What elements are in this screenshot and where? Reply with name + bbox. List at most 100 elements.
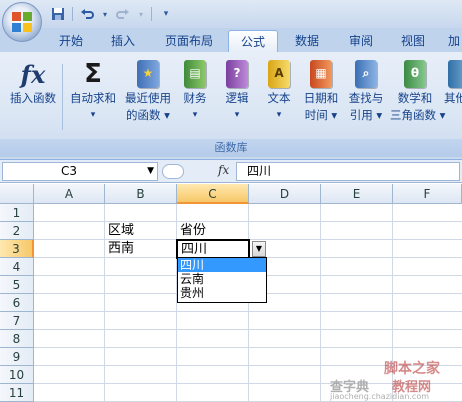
office-button[interactable] — [2, 2, 42, 42]
active-cell-c3[interactable]: 四川 — [176, 239, 250, 259]
more-functions-label: 其他 — [444, 91, 462, 105]
formula-resize-handle[interactable] — [162, 164, 184, 179]
tab-page-layout[interactable]: 页面布局 — [158, 30, 220, 52]
financial-button[interactable]: ▤ 财务 ▾ — [174, 58, 216, 124]
formula-input[interactable]: 四川 — [236, 162, 460, 181]
select-all-corner[interactable] — [0, 184, 34, 204]
autosum-button[interactable]: Σ 自动求和 ▾ — [66, 58, 120, 124]
formula-buttons: fx — [160, 162, 236, 181]
row-header-2[interactable]: 2 — [0, 222, 34, 240]
undo-icon[interactable] — [79, 6, 95, 22]
tab-view[interactable]: 视图 — [392, 30, 434, 52]
dropdown-option-guizhou[interactable]: 贵州 — [178, 286, 266, 300]
title-bar: ▾ ▾ ▾ — [0, 0, 462, 28]
recently-used-label-1: 最近使用 — [125, 91, 171, 105]
redo-dropdown-icon[interactable]: ▾ — [137, 6, 145, 22]
function-library-group-label: 函数库 — [0, 139, 462, 157]
column-header-f[interactable]: F — [393, 184, 462, 204]
logical-label: 逻辑 — [225, 91, 249, 105]
recent-book-icon: ★ — [133, 58, 163, 90]
insert-function-label: 插入函数 — [10, 91, 56, 105]
autosum-dropdown: ▾ — [90, 110, 96, 120]
ribbon-tabs: 开始 插入 页面布局 公式 数据 审阅 视图 加 — [0, 28, 462, 52]
insert-function-button[interactable]: fx 插入函数 — [6, 58, 60, 107]
column-header-a[interactable]: A — [34, 184, 105, 204]
math-book-icon: θ — [400, 58, 430, 90]
more-book-icon — [444, 58, 462, 90]
qat-separator — [72, 7, 73, 21]
dropdown-option-sichuan[interactable]: 四川 — [178, 258, 266, 272]
math-trig-button[interactable]: θ 数学和 三角函数 ▾ — [390, 58, 446, 124]
quick-access-toolbar: ▾ ▾ ▾ — [50, 5, 174, 23]
lookup-book-icon: ⌕ — [351, 58, 381, 90]
lookup-reference-button[interactable]: ⌕ 查找与 引用 ▾ — [342, 58, 390, 124]
ribbon-formulas: fx 插入函数 Σ 自动求和 ▾ ★ 最近使用 的函数 ▾ ▤ 财务 ▾ ? 逻… — [0, 52, 462, 160]
text-dropdown: ▾ — [276, 110, 282, 120]
column-header-b[interactable]: B — [105, 184, 177, 204]
lookup-label-2: 引用 ▾ — [349, 108, 383, 122]
logical-button[interactable]: ? 逻辑 ▾ — [216, 58, 258, 124]
row-header-3[interactable]: 3 — [0, 240, 34, 258]
financial-dropdown: ▾ — [192, 110, 198, 120]
watermark-url: jiaocheng.chazidian.com — [330, 392, 430, 401]
logical-book-icon: ? — [222, 58, 252, 90]
more-functions-button[interactable]: 其他 — [444, 58, 462, 107]
worksheet-grid: A B C D E F 1 2 3 4 5 6 7 8 9 10 11 区域 省… — [0, 184, 462, 402]
logical-dropdown: ▾ — [234, 110, 240, 120]
cell-b3[interactable]: 西南 — [105, 240, 176, 258]
save-icon[interactable] — [50, 6, 66, 22]
row-header-9[interactable]: 9 — [0, 348, 34, 366]
insert-function-fx-icon[interactable]: fx — [218, 163, 229, 177]
fx-icon: fx — [20, 59, 46, 89]
recently-used-button[interactable]: ★ 最近使用 的函数 ▾ — [120, 58, 176, 124]
text-label: 文本 — [267, 91, 291, 105]
row-header-6[interactable]: 6 — [0, 294, 34, 312]
tab-review[interactable]: 审阅 — [340, 30, 382, 52]
column-header-e[interactable]: E — [321, 184, 393, 204]
qat-separator — [151, 7, 152, 21]
cell-c2[interactable]: 省份 — [177, 222, 248, 240]
gridline — [248, 204, 249, 402]
office-logo-icon — [12, 12, 34, 34]
row-header-1[interactable]: 1 — [0, 204, 34, 222]
row-header-4[interactable]: 4 — [0, 258, 34, 276]
financial-book-icon: ▤ — [180, 58, 210, 90]
validation-dropdown-arrow-icon[interactable]: ▼ — [252, 241, 266, 257]
math-trig-label-2: 三角函数 ▾ — [390, 108, 446, 122]
date-time-label-2: 时间 ▾ — [304, 108, 338, 122]
customize-qat-icon[interactable]: ▾ — [158, 6, 174, 22]
date-time-book-icon: ▦ — [306, 58, 336, 90]
tab-formulas[interactable]: 公式 — [228, 30, 278, 52]
tab-addins[interactable]: 加 — [446, 30, 462, 52]
recently-used-label-2: 的函数 ▾ — [126, 108, 170, 122]
row-header-8[interactable]: 8 — [0, 330, 34, 348]
date-time-label-1: 日期和 — [303, 91, 339, 105]
name-box-dropdown-icon[interactable]: ▼ — [147, 163, 154, 180]
tab-data[interactable]: 数据 — [286, 30, 328, 52]
row-header-11[interactable]: 11 — [0, 384, 34, 402]
dropdown-option-yunnan[interactable]: 云南 — [178, 272, 266, 286]
gridline — [320, 204, 321, 402]
row-header-7[interactable]: 7 — [0, 312, 34, 330]
text-button[interactable]: A 文本 ▾ — [258, 58, 300, 124]
column-header-d[interactable]: D — [249, 184, 321, 204]
cell-b2[interactable]: 区域 — [105, 222, 176, 240]
formula-bar: C3 ▼ fx 四川 — [0, 160, 462, 183]
redo-icon[interactable] — [115, 6, 131, 22]
name-box[interactable]: C3 ▼ — [2, 162, 158, 181]
text-book-icon: A — [264, 58, 294, 90]
row-header-5[interactable]: 5 — [0, 276, 34, 294]
row-header-10[interactable]: 10 — [0, 366, 34, 384]
date-time-button[interactable]: ▦ 日期和 时间 ▾ — [298, 58, 344, 124]
watermark-title: 脚本之家 — [384, 361, 440, 377]
tab-insert[interactable]: 插入 — [104, 30, 142, 52]
column-header-c[interactable]: C — [177, 184, 249, 204]
undo-dropdown-icon[interactable]: ▾ — [101, 6, 109, 22]
autosum-label: 自动求和 — [70, 91, 116, 105]
lookup-label-1: 查找与 — [348, 91, 384, 105]
tab-home[interactable]: 开始 — [52, 30, 90, 52]
math-trig-label-1: 数学和 — [397, 91, 433, 105]
ribbon-separator — [62, 64, 63, 130]
validation-dropdown-list: 四川 云南 贵州 — [177, 257, 267, 303]
sigma-icon: Σ — [84, 59, 102, 89]
